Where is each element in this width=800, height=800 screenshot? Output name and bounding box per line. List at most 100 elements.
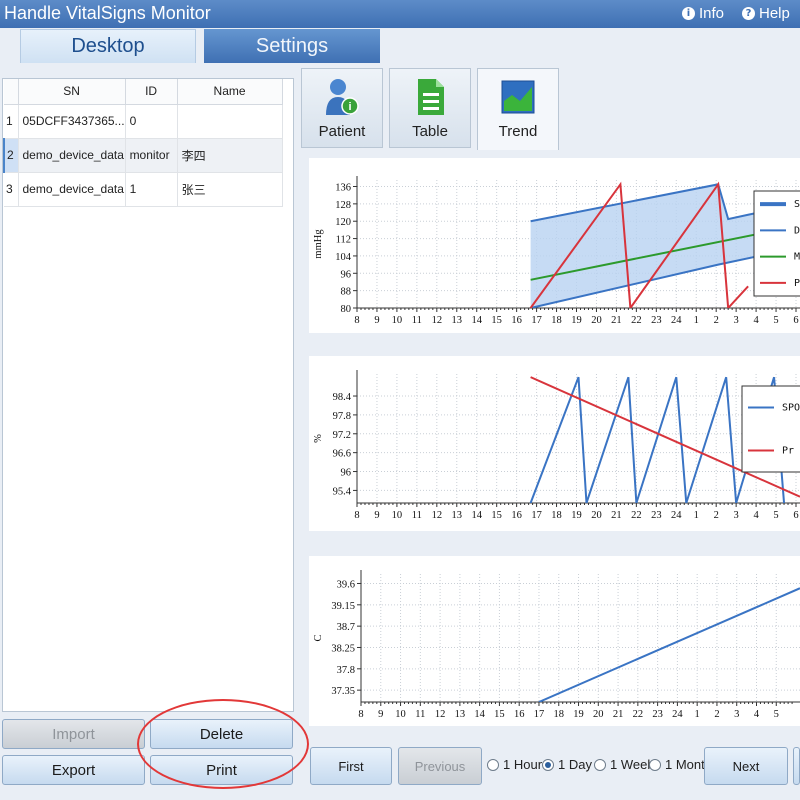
last-button-partial[interactable]	[793, 747, 800, 785]
tab-table[interactable]: Table	[389, 68, 471, 148]
x-tick-label: 6	[793, 315, 798, 326]
help-label: Help	[759, 5, 790, 22]
column-header-id[interactable]: ID	[125, 79, 178, 105]
x-tick-label: 15	[494, 709, 505, 720]
y-tick-label: 120	[335, 217, 351, 228]
x-tick-label: 22	[633, 709, 644, 720]
blood-pressure-chart-svg: 8 9 10 11 12 13 14 15 16 17 18 19 20 21 22 23 24 1 2 3 4 5 680…	[313, 176, 800, 326]
y-tick-label: 96.6	[333, 449, 351, 460]
x-tick-label: 24	[672, 709, 683, 720]
y-tick-label: 97.8	[333, 411, 351, 422]
x-tick-label: 21	[613, 709, 624, 720]
range-radio-1-hour[interactable]: 1 Hour	[487, 757, 542, 772]
y-tick-label: 97.2	[333, 430, 351, 441]
x-tick-label: 1	[694, 510, 699, 521]
x-tick-label: 17	[531, 315, 542, 326]
x-tick-label: 15	[491, 315, 502, 326]
tab-settings[interactable]: Settings	[204, 29, 380, 63]
column-header-sn[interactable]: SN	[18, 79, 126, 105]
cell-sn: demo_device_data	[18, 138, 126, 173]
legend-label: D	[794, 225, 800, 236]
x-tick-label: 18	[551, 510, 562, 521]
x-tick-label: 9	[374, 315, 379, 326]
range-radio-1-month[interactable]: 1 Mont	[649, 757, 705, 772]
next-button[interactable]: Next	[704, 747, 788, 785]
x-tick-label: 1	[695, 709, 700, 720]
x-tick-label: 5	[773, 315, 778, 326]
document-icon	[412, 77, 448, 117]
tab-patient[interactable]: i Patient	[301, 68, 383, 148]
x-tick-label: 2	[714, 510, 719, 521]
svg-text:i: i	[348, 101, 351, 113]
table-row[interactable]: 1 05DCFF3437365... 0	[4, 104, 283, 139]
x-tick-label: 14	[471, 510, 482, 521]
table-row-selected[interactable]: 2 demo_device_data monitor 李四	[3, 138, 283, 173]
row-number-header	[4, 79, 19, 105]
trend-chart-icon	[500, 77, 536, 117]
x-tick-label: 18	[551, 315, 562, 326]
export-button[interactable]: Export	[2, 755, 145, 785]
tab-table-label: Table	[412, 123, 448, 140]
y-tick-label: 136	[335, 183, 351, 194]
column-header-name[interactable]: Name	[177, 79, 283, 105]
y-tick-label: 112	[336, 235, 351, 246]
cell-name: 张三	[177, 172, 283, 207]
x-tick-label: 12	[435, 709, 446, 720]
tab-trend[interactable]: Trend	[477, 68, 559, 150]
series-line-temp	[538, 587, 800, 702]
highlight-ellipse	[137, 699, 309, 789]
x-tick-label: 4	[754, 709, 760, 720]
table-row[interactable]: 3 demo_device_data 1 张三	[4, 172, 283, 207]
info-label: Info	[699, 5, 725, 22]
x-tick-label: 3	[734, 510, 739, 521]
cell-name: 李四	[177, 138, 283, 173]
import-button[interactable]: Import	[2, 719, 145, 749]
chart-legend: SPO Pr	[741, 385, 800, 473]
row-number: 2	[3, 138, 19, 173]
info-icon: i	[682, 7, 695, 20]
table-header-row: SN ID Name	[4, 79, 283, 105]
x-tick-label: 23	[651, 510, 662, 521]
x-tick-label: 19	[571, 510, 582, 521]
range-radio-1-week[interactable]: 1 Weel	[594, 757, 650, 772]
x-tick-label: 16	[514, 709, 525, 720]
x-tick-label: 10	[392, 315, 403, 326]
y-tick-label: 37.8	[337, 665, 355, 676]
x-tick-label: 6	[793, 510, 798, 521]
previous-button[interactable]: Previous	[398, 747, 482, 785]
legend-label: Pr	[782, 446, 794, 457]
y-axis-label: C	[313, 634, 324, 641]
x-tick-label: 4	[753, 510, 759, 521]
x-tick-label: 10	[395, 709, 406, 720]
help-icon: ?	[742, 7, 755, 20]
tab-desktop[interactable]: Desktop	[20, 29, 196, 63]
range-radio-1-day[interactable]: 1 Day	[542, 757, 592, 772]
title-bar: Handle VitalSigns Monitor i Info ? Help	[0, 0, 800, 28]
x-tick-label: 3	[734, 709, 739, 720]
help-link[interactable]: ? Help	[742, 5, 790, 22]
x-tick-label: 10	[392, 510, 403, 521]
legend-label: P	[794, 278, 800, 289]
cell-name	[177, 104, 283, 139]
x-tick-label: 8	[354, 315, 359, 326]
tab-patient-label: Patient	[318, 123, 366, 140]
x-tick-label: 20	[591, 510, 602, 521]
device-table: SN ID Name 1 05DCFF3437365... 0 2 demo_d…	[3, 79, 283, 207]
x-tick-label: 22	[631, 315, 642, 326]
cell-sn: demo_device_data	[18, 172, 126, 207]
first-button[interactable]: First	[310, 747, 392, 785]
x-tick-label: 24	[671, 315, 682, 326]
radio-icon	[649, 758, 661, 771]
y-tick-label: 96	[341, 468, 352, 479]
x-tick-label: 16	[511, 315, 522, 326]
legend-label: S	[794, 199, 800, 210]
x-tick-label: 2	[714, 315, 719, 326]
y-tick-label: 95.4	[333, 486, 352, 497]
x-tick-label: 18	[553, 709, 564, 720]
x-tick-label: 8	[354, 510, 359, 521]
temperature-chart: 8 9 10 11 12 13 14 15 16 17 18 19 20 21 22 23 24 1 2 3 4 5 37.…	[309, 556, 800, 726]
info-link[interactable]: i Info	[682, 5, 724, 22]
y-tick-label: 37.35	[331, 686, 355, 697]
x-tick-label: 5	[774, 709, 779, 720]
x-tick-label: 15	[491, 510, 502, 521]
